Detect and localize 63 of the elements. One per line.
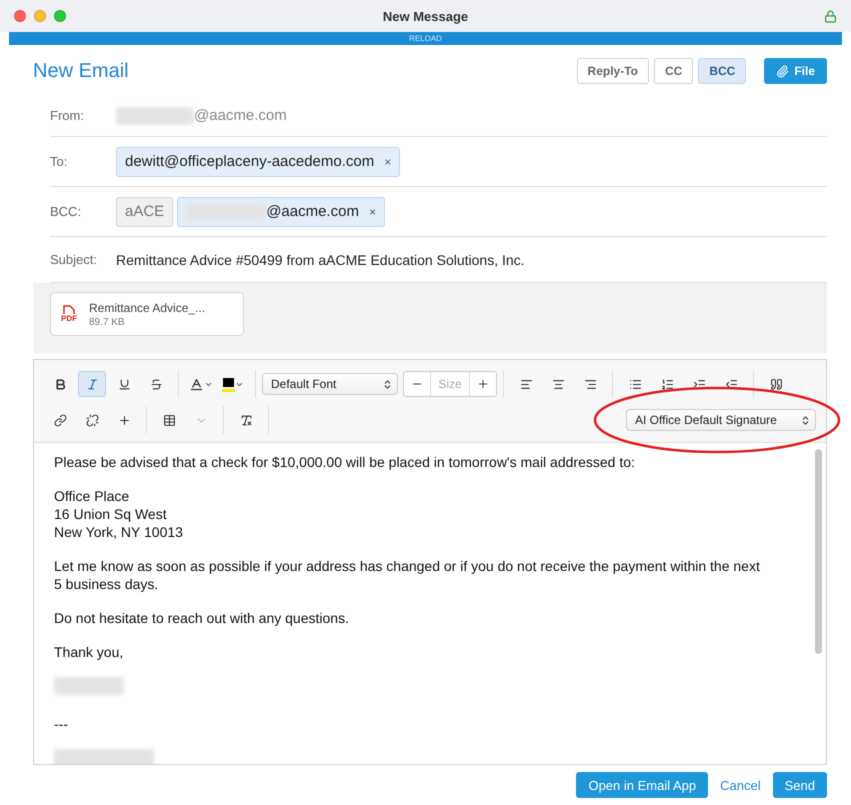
redacted-block — [54, 677, 124, 695]
highlight-color-icon — [222, 376, 235, 392]
underline-icon — [118, 378, 130, 390]
recipient-toggle[interactable]: BCC — [698, 58, 746, 84]
address-line: Office Place — [54, 487, 130, 505]
email-address: @aacme.com — [266, 203, 359, 220]
scrollbar-thumb[interactable] — [815, 449, 822, 654]
align-right-icon — [584, 378, 596, 390]
numbered-list-icon — [660, 378, 674, 390]
font-size-stepper[interactable]: Size — [403, 371, 497, 397]
up-down-arrows-icon — [800, 414, 811, 426]
field-label: From: — [50, 108, 85, 123]
close-button[interactable] — [14, 10, 26, 22]
clear-formatting-icon — [240, 414, 252, 426]
open-in-email-app-button[interactable]: Open in Email App — [576, 772, 708, 798]
remove-button[interactable]: × — [368, 204, 376, 218]
address-line: 16 Union Sq West — [54, 505, 168, 523]
zoom-button[interactable] — [54, 10, 66, 22]
address-line: New York, NY 10013 — [54, 523, 184, 541]
recipient-chip[interactable]: dewitt@officeplaceny-aacedemo.com × — [116, 146, 400, 176]
field-label: To: — [50, 154, 68, 169]
attachment-size: 89.7 KB — [89, 316, 126, 328]
align-center-icon — [552, 378, 564, 390]
paperclip-icon — [776, 64, 790, 78]
group-tag[interactable]: aACE — [116, 196, 174, 226]
size-input[interactable]: Size — [430, 372, 470, 396]
body-paragraph: --- — [54, 715, 69, 733]
window-title: New Message — [382, 8, 468, 24]
table-icon — [162, 414, 176, 426]
remove-button[interactable]: × — [384, 154, 392, 168]
align-left-icon — [520, 378, 532, 390]
text-color-icon — [189, 376, 204, 392]
page-title: New Email — [33, 60, 129, 82]
field-label: Subject: — [50, 252, 98, 267]
unlink-icon — [86, 414, 98, 426]
strikethrough-icon — [150, 378, 162, 390]
recipient-chip[interactable]: @aacme.com × — [177, 196, 385, 226]
bold-icon — [54, 378, 66, 390]
recipient-toggle[interactable]: CC — [654, 58, 694, 84]
field-label: BCC: — [50, 204, 82, 219]
sender-address: @aacme.com — [194, 107, 287, 124]
attachment-name: Remittance Advice_... — [89, 300, 206, 314]
add-icon — [118, 414, 130, 426]
cancel-link[interactable]: Cancel — [718, 778, 763, 792]
file-button[interactable]: File — [764, 58, 827, 84]
body-paragraph: Thank you, — [54, 643, 124, 661]
subject-text: Remittance Advice #50499 from aACME Education Solutions, Inc. — [116, 252, 525, 268]
font-select[interactable]: Default Font — [262, 373, 398, 395]
signature-select[interactable]: AI Office Default Signature — [626, 409, 816, 431]
lock-icon — [824, 10, 837, 23]
italic-icon — [86, 378, 98, 390]
quote-icon — [770, 378, 782, 390]
recipient-toggle[interactable]: Reply-To — [576, 58, 649, 84]
send-button[interactable]: Send — [772, 772, 827, 798]
email-address: dewitt@officeplaceny-aacedemo.com — [125, 153, 374, 170]
body-paragraph: Let me know as soon as possible if your address has changed or if you do not receive the payment within the next 5 business days. — [54, 557, 761, 593]
attachment-card[interactable]: PDF Remittance Advice_... 89.7 KB — [50, 292, 244, 336]
bulleted-list-icon — [628, 378, 642, 390]
link-icon — [54, 414, 66, 426]
body-paragraph: Do not hesitate to reach out with any questions. — [54, 609, 350, 627]
body-paragraph: Please be advised that a check for $10,000.00 will be placed in tomorrow's mail addressed to: — [54, 453, 636, 471]
plus-icon — [477, 378, 489, 390]
up-down-arrows-icon — [382, 378, 393, 390]
